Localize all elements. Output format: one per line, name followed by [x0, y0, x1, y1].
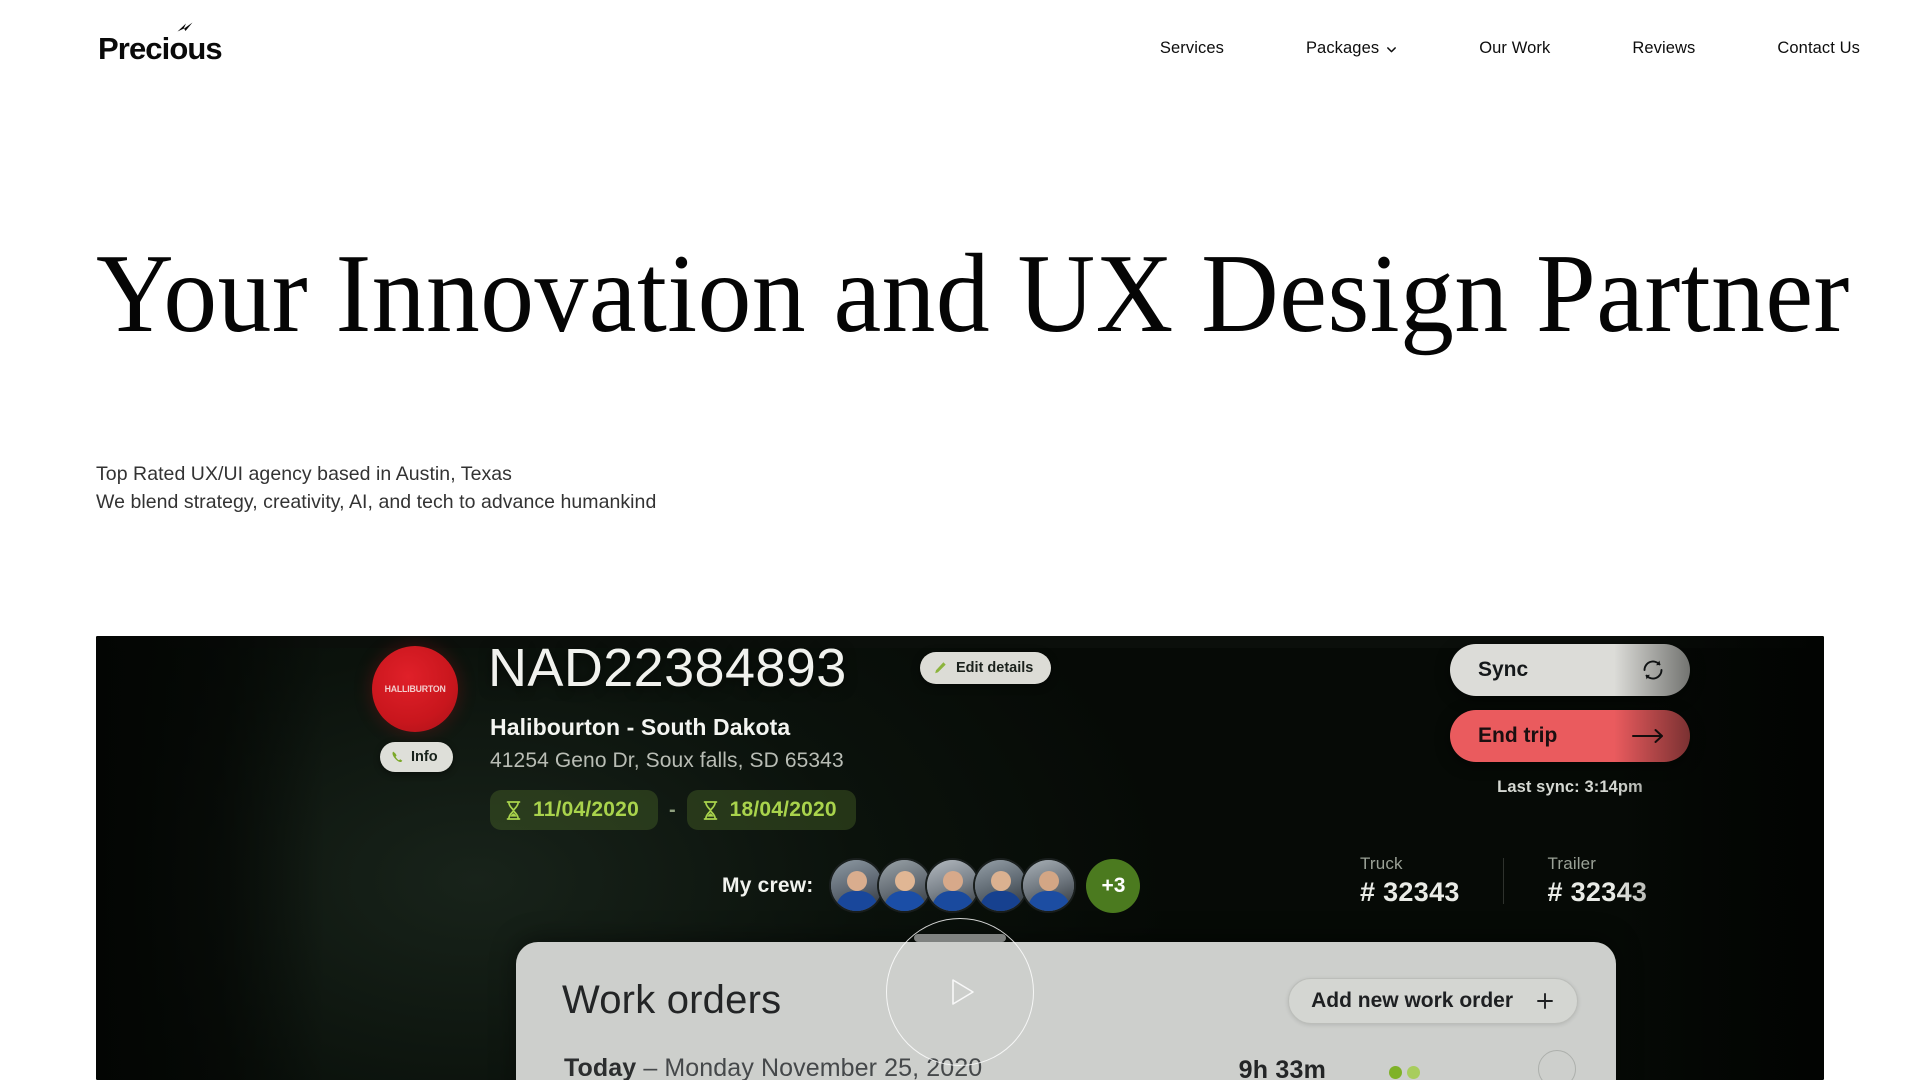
logo-text: Precious — [98, 30, 223, 66]
play-handle — [914, 934, 1006, 942]
trip-end-date: 18/04/2020 — [729, 798, 837, 821]
work-orders-today-row: Today – Monday November 25, 2020 — [564, 1054, 982, 1080]
info-button-label: Info — [411, 749, 438, 765]
truck-value: # 32343 — [1360, 877, 1460, 907]
landing-page: Precious Services Packages Our Work Revi… — [0, 0, 1920, 1080]
main-nav: Services Packages Our Work Reviews Conta… — [1160, 29, 1860, 68]
site-header: Precious Services Packages Our Work Revi… — [0, 0, 1920, 96]
avatar[interactable] — [973, 858, 1029, 913]
logo[interactable]: Precious — [98, 22, 223, 66]
nav-label: Our Work — [1479, 38, 1551, 57]
crew-label: My crew: — [722, 873, 814, 897]
work-orders-card: Work orders Add new work order Today – M… — [516, 942, 1616, 1080]
trip-start-date: 11/04/2020 — [533, 798, 639, 821]
info-button[interactable]: Info — [380, 742, 453, 772]
work-order-status-dots — [1389, 1066, 1420, 1079]
edit-details-button[interactable]: Edit details — [920, 652, 1052, 684]
trip-end-date-chip[interactable]: 18/04/2020 — [686, 790, 856, 830]
chevron-down-icon — [1387, 46, 1397, 52]
nav-item-contact-us[interactable]: Contact Us — [1777, 29, 1860, 68]
hero-subtitle: Top Rated UX/UI agency based in Austin, … — [96, 460, 656, 517]
phone-icon — [392, 751, 403, 763]
nav-label: Packages — [1305, 38, 1380, 57]
hourglass-icon — [703, 800, 717, 820]
video-right-vignette — [1614, 636, 1824, 1080]
trip-company: Halibourton - South Dakota — [490, 714, 791, 740]
add-work-order-button[interactable]: Add new work order — [1288, 978, 1578, 1024]
video-left-vignette — [96, 636, 326, 1080]
nav-label: Services — [1159, 38, 1224, 57]
hourglass-icon — [506, 800, 521, 820]
add-work-order-label: Add new work order — [1311, 989, 1513, 1012]
trip-address: 41254 Geno Dr, Soux falls, SD 65343 — [490, 749, 844, 772]
nav-item-services[interactable]: Services — [1160, 29, 1224, 68]
pencil-icon — [935, 662, 946, 674]
avatar[interactable] — [877, 858, 933, 913]
brand-badge-label: HALLIBURTON — [384, 683, 446, 695]
edit-details-label: Edit details — [956, 660, 1034, 676]
nav-item-reviews[interactable]: Reviews — [1632, 29, 1695, 68]
status-dot — [1389, 1066, 1402, 1079]
today-dash: – — [643, 1054, 658, 1080]
showcase-video-panel[interactable]: HALLIBURTON Info NAD22384893 Edit detail… — [96, 636, 1824, 1080]
work-orders-title: Work orders — [562, 978, 782, 1022]
hero-subtitle-line-1: Top Rated UX/UI agency based in Austin, … — [96, 463, 512, 485]
work-order-progress-ring — [1538, 1050, 1576, 1080]
page-title: Your Innovation and UX Design Partner — [96, 232, 1850, 356]
trip-id: NAD22384893 — [488, 638, 847, 698]
crew-overflow-label: +3 — [1101, 873, 1126, 897]
date-range-separator: - — [668, 798, 676, 821]
work-order-duration: 9h 33m — [1238, 1056, 1326, 1080]
truck-label: Truck — [1360, 854, 1403, 873]
halliburton-logo: HALLIBURTON — [372, 646, 458, 732]
end-trip-button-label: End trip — [1478, 724, 1558, 747]
status-dot — [1407, 1066, 1420, 1079]
avatar[interactable] — [1021, 858, 1077, 913]
crew-overflow-badge[interactable]: +3 — [1086, 858, 1141, 913]
today-label: Today — [564, 1054, 637, 1080]
trip-date-range: 11/04/2020 - 18/04/2020 — [490, 790, 856, 830]
nav-label: Reviews — [1632, 38, 1696, 57]
avatar[interactable] — [829, 858, 885, 913]
truck-meta: Truck # 32343 — [1360, 854, 1503, 908]
sync-button-label: Sync — [1478, 658, 1529, 681]
play-icon — [951, 979, 974, 1005]
nav-item-our-work[interactable]: Our Work — [1479, 29, 1550, 68]
crew-row: My crew: +3 — [722, 858, 1141, 913]
nav-item-packages[interactable]: Packages — [1306, 29, 1397, 68]
nav-label: Contact Us — [1777, 38, 1860, 57]
trip-start-date-chip[interactable]: 11/04/2020 — [490, 790, 658, 830]
avatar[interactable] — [925, 858, 981, 913]
plus-icon — [1537, 993, 1553, 1009]
hero-subtitle-line-2: We blend strategy, creativity, AI, and t… — [96, 491, 657, 514]
